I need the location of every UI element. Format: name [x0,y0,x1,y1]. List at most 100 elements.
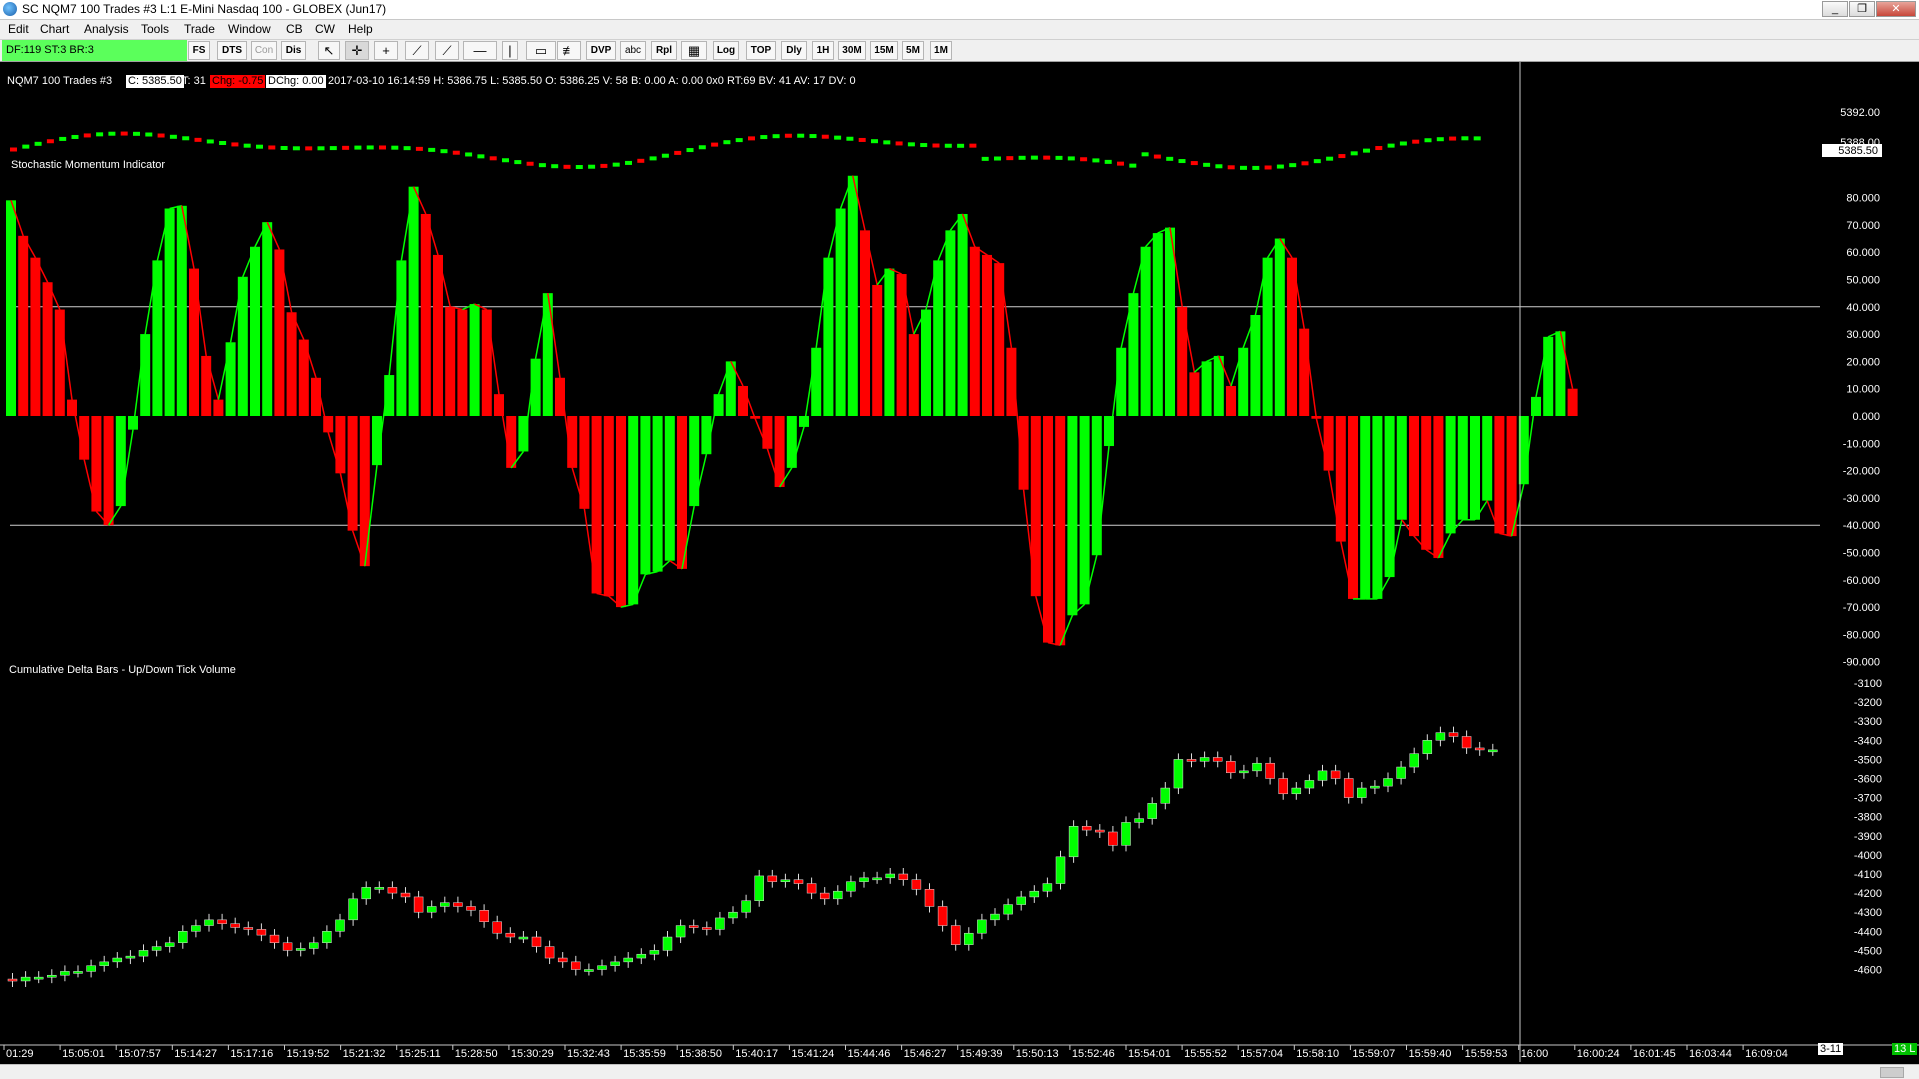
price-candle [452,150,460,155]
menu-analysis[interactable]: Analysis [84,22,129,36]
dvp-button[interactable]: DVP [586,41,616,60]
smi-bar [1360,416,1371,599]
delta-candle [269,934,280,944]
price-candle [1043,155,1051,160]
line-tool-icon[interactable]: ⟋ [405,41,429,60]
delta-candle [741,900,751,913]
delta-graph [7,726,1498,987]
menu-tools[interactable]: Tools [141,22,169,36]
close-button[interactable]: ✕ [1876,1,1916,17]
delta-candle [1422,740,1433,754]
cursor-tool-icon[interactable]: + [374,41,398,60]
delta-candle [728,911,738,919]
price-candle [1252,165,1260,170]
price-candle [120,131,128,136]
time-tick-label: 15:49:39 [960,1048,1003,1060]
rectangle-tool-icon[interactable]: ▭ [526,41,556,60]
price-candle [907,142,915,147]
delta-tick-label: -3200 [1854,697,1882,709]
price-candle [600,163,608,168]
price-candle [1350,151,1358,156]
fs-button[interactable]: FS [188,41,210,60]
delta-candle [1461,736,1472,749]
smi-bar [1262,257,1273,416]
scrollbar-thumb[interactable] [1880,1067,1904,1078]
fib-tool-icon[interactable]: ≢ [557,41,581,60]
delta-candle [1016,896,1026,905]
menu-cb[interactable]: CB [286,22,303,36]
pointer-tool-icon[interactable]: ↖ [318,41,340,60]
smi-bar [335,416,346,474]
smi-bar [6,200,16,416]
price-candle [1006,156,1014,161]
log-button[interactable]: Log [713,41,739,60]
time-tick-label: 15:07:57 [118,1048,161,1060]
smi-bar [1384,416,1395,578]
text-tool-button[interactable]: abc [620,41,646,60]
tpo-grid-icon[interactable]: ▦ [681,41,707,60]
menu-cw[interactable]: CW [315,22,335,36]
time-tick-label: 15:30:29 [511,1048,554,1060]
time-tick-label: 15:59:07 [1352,1048,1395,1060]
smi-graph [6,175,1820,647]
price-candle [1412,139,1420,144]
price-candle [637,158,645,163]
menu-chart[interactable]: Chart [40,22,69,36]
smi-bar [1470,416,1480,520]
delta-candle [112,957,123,963]
delta-candle [138,950,149,957]
menu-help[interactable]: Help [348,22,373,36]
top-button[interactable]: TOP [746,41,776,60]
disconnect-button[interactable]: Dis [281,41,306,60]
price-candle [219,140,227,145]
5m-button[interactable]: 5M [902,41,924,60]
delta-candle [544,946,555,959]
horizontal-scrollbar[interactable] [0,1064,1919,1079]
price-candle [1338,154,1346,159]
time-tick-label: 15:46:27 [904,1048,947,1060]
replay-button[interactable]: Rpl [651,41,677,60]
vertical-line-icon[interactable]: | [502,41,518,60]
smi-bar [201,355,212,416]
daily-button[interactable]: Dly [781,41,807,60]
30m-button[interactable]: 30M [838,41,866,60]
chart-area[interactable]: 5392.005388.005385.5080.00070.00060.0005… [0,62,1919,1064]
1h-button[interactable]: 1H [812,41,834,60]
minimize-button[interactable]: _ [1822,1,1848,17]
1m-button[interactable]: 1M [930,41,952,60]
delta-tick-label: -4000 [1854,850,1882,862]
price-candle [612,162,620,167]
delta-candle [623,957,633,963]
menu-window[interactable]: Window [228,22,271,36]
restore-button[interactable]: ❐ [1849,1,1875,17]
price-candle [883,140,891,145]
price-candle [145,132,153,137]
price-candle [1473,136,1481,141]
delta-candle [518,936,529,940]
delta-candle [1488,749,1498,753]
delta-candle [374,887,385,890]
delta-candle [348,898,358,921]
price-candle [1203,162,1211,167]
delta-candle [610,961,620,966]
horizontal-line-icon[interactable]: — [463,41,497,60]
menu-edit[interactable]: Edit [8,22,29,36]
menu-trade[interactable]: Trade [184,22,215,36]
connect-button[interactable]: Con [251,41,277,60]
time-tick-label: 15:35:59 [623,1048,666,1060]
time-tick-label: 16:00:24 [1577,1048,1620,1060]
smi-bar [250,246,260,416]
smi-bar [54,309,65,416]
y-axis: 5392.005388.005385.5080.00070.00060.0005… [0,62,1919,1062]
smi-bar [1055,416,1066,646]
smi-bar [1201,361,1212,416]
price-candle [1326,156,1334,161]
delta-candle [1147,803,1157,819]
ray-tool-icon[interactable]: ⟋ [435,41,459,60]
15m-button[interactable]: 15M [870,41,898,60]
smi-bar [1152,233,1163,416]
crosshair-tool-icon[interactable]: ✛ [345,41,369,60]
dts-button[interactable]: DTS [217,41,247,60]
smi-bar [506,416,517,468]
time-tick-label: 15:55:52 [1184,1048,1227,1060]
